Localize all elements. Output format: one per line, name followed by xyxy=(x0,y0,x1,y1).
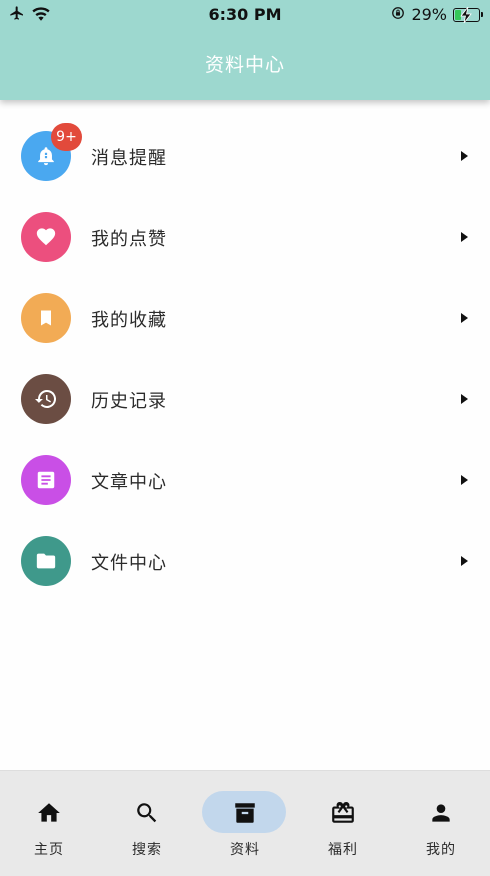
menu-item-files[interactable]: 文件中心 xyxy=(0,521,490,602)
menu-list: 9+ 消息提醒 我的点赞 我的收藏 历史记录 文章中心 文件中心 xyxy=(0,116,490,602)
menu-item-label: 文章中心 xyxy=(91,472,167,493)
menu-item-label: 我的收藏 xyxy=(91,310,167,331)
heart-icon xyxy=(36,228,56,246)
search-icon xyxy=(133,799,161,827)
menu-icon-circle xyxy=(21,212,71,262)
page-title: 资料中心 xyxy=(204,54,285,76)
nav-label: 福利 xyxy=(328,842,358,858)
nav-item-search[interactable]: 搜索 xyxy=(98,771,196,876)
article-icon xyxy=(37,471,55,489)
bookmark-icon xyxy=(41,310,51,326)
nav-item-home[interactable]: 主页 xyxy=(0,771,98,876)
nav-label: 主页 xyxy=(34,842,64,858)
menu-icon-circle xyxy=(21,293,71,343)
menu-item-favorites[interactable]: 我的收藏 xyxy=(0,278,490,359)
status-bar: 6:30 PM 29% xyxy=(0,0,490,30)
menu-item-label: 历史记录 xyxy=(91,391,167,412)
battery-icon xyxy=(453,6,483,23)
nav-label: 资料 xyxy=(230,842,260,858)
orientation-lock-icon xyxy=(391,5,405,24)
menu-item-history[interactable]: 历史记录 xyxy=(0,359,490,440)
nav-item-materials[interactable]: 资料 xyxy=(196,771,294,876)
menu-item-articles[interactable]: 文章中心 xyxy=(0,440,490,521)
home-icon xyxy=(35,799,63,827)
gift-card-icon xyxy=(329,799,357,827)
chevron-right-icon xyxy=(461,475,468,485)
history-icon xyxy=(35,389,57,408)
chevron-right-icon xyxy=(461,232,468,242)
menu-icon-circle xyxy=(21,374,71,424)
nav-item-me[interactable]: 我的 xyxy=(392,771,490,876)
archive-icon xyxy=(231,799,259,827)
menu-item-label: 消息提醒 xyxy=(91,148,167,169)
battery-percent: 29% xyxy=(411,5,447,24)
bottom-navigation: 主页 搜索 资料 福利 我的 xyxy=(0,770,490,876)
menu-icon-circle xyxy=(21,536,71,586)
menu-icon-circle xyxy=(21,455,71,505)
menu-item-messages[interactable]: 9+ 消息提醒 xyxy=(0,116,490,197)
chevron-right-icon xyxy=(461,556,468,566)
app-header: 6:30 PM 29% 资料中心 xyxy=(0,0,490,100)
nav-item-benefits[interactable]: 福利 xyxy=(294,771,392,876)
folder-icon xyxy=(36,553,56,569)
person-icon xyxy=(427,799,455,827)
status-right: 29% xyxy=(391,5,483,24)
battery-tip xyxy=(480,11,483,17)
chevron-right-icon xyxy=(461,313,468,323)
app-screen: 6:30 PM 29% 资料中心 9+ 消息提醒 我的点赞 我的收藏 历史记录 … xyxy=(0,0,490,876)
menu-item-label: 我的点赞 xyxy=(91,229,167,250)
chevron-right-icon xyxy=(461,151,468,161)
menu-item-likes[interactable]: 我的点赞 xyxy=(0,197,490,278)
menu-item-label: 文件中心 xyxy=(91,553,167,574)
bell-icon xyxy=(38,147,54,166)
nav-label: 搜索 xyxy=(132,842,162,858)
chevron-right-icon xyxy=(461,394,468,404)
notification-badge: 9+ xyxy=(51,123,82,151)
nav-label: 我的 xyxy=(426,842,456,858)
